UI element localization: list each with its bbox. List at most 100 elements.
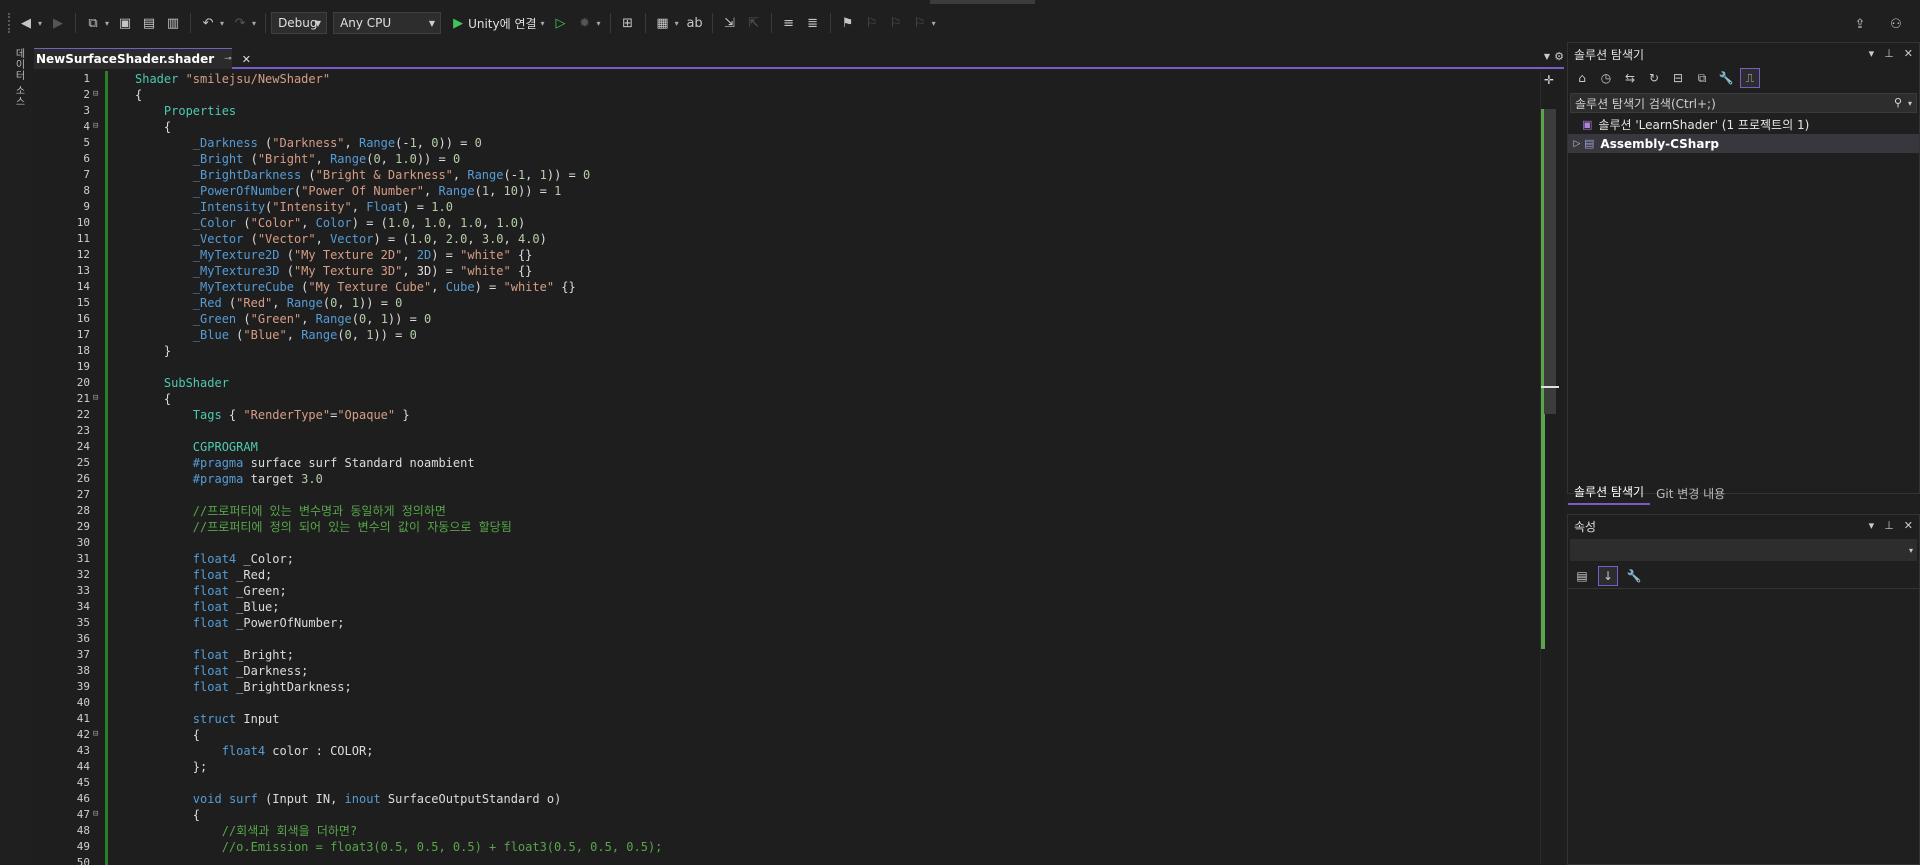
redo-dropdown-icon[interactable]: ▾ [252, 19, 256, 28]
pin-icon[interactable]: ⊸ [224, 54, 232, 64]
toolbar-overflow-icon[interactable]: ▾ [932, 19, 936, 28]
attach-dropdown-icon[interactable]: ▾ [541, 19, 545, 28]
show-all-files-icon[interactable]: ⧉ [1692, 68, 1712, 88]
code-line[interactable] [100, 487, 1570, 503]
data-sources-tab[interactable]: 데이터 소스 [11, 48, 26, 107]
toolbar-grip[interactable] [8, 13, 14, 33]
comment-icon[interactable]: ≡ [778, 11, 800, 35]
undo-icon[interactable]: ↶ [197, 11, 219, 35]
code-line[interactable]: float4 color : COLOR; [100, 743, 1570, 759]
split-icon[interactable]: ✛ [1544, 73, 1554, 87]
home-icon[interactable]: ⌂ [1572, 68, 1592, 88]
start-without-debug-icon[interactable]: ▷ [550, 11, 572, 35]
browser-icon[interactable]: ⊞ [617, 11, 639, 35]
tab-solution-explorer[interactable]: 솔루션 탐색기 [1568, 481, 1651, 505]
code-line[interactable]: float _Darkness; [100, 663, 1570, 679]
code-line[interactable]: _Green ("Green", Range(0, 1)) = 0 [100, 311, 1570, 327]
back-dropdown-icon[interactable]: ▾ [38, 19, 42, 28]
attach-unity-button[interactable]: ▶ Unity에 연결 [453, 15, 536, 32]
alphabetical-icon[interactable]: ↓ [1598, 565, 1618, 586]
code-line[interactable] [100, 359, 1570, 375]
share-icon[interactable]: ⇪ [1849, 12, 1871, 36]
fold-toggle-icon[interactable]: ⊟ [93, 393, 98, 403]
search-icon[interactable]: ⚲ [1894, 96, 1902, 109]
expand-icon[interactable]: ▷ [1570, 139, 1584, 149]
step-icon[interactable]: ⇲ [719, 11, 741, 35]
code-editor[interactable]: 1 2 3 4 5 6 7 8 9 10 11 12 13 14 15 16 17 18 19 20 21 22 23 24 2… [34, 71, 1564, 865]
preview-icon[interactable]: ⎍ [1740, 68, 1760, 88]
refresh-icon[interactable]: ↻ [1644, 68, 1664, 88]
next-bookmark-icon[interactable]: ⚐ [885, 11, 907, 35]
code-line[interactable]: { [100, 807, 1570, 823]
code-line[interactable]: } [100, 343, 1570, 359]
chevron-down-icon[interactable]: ▾ [1869, 519, 1875, 532]
code-line[interactable]: _Color ("Color", Color) = (1.0, 1.0, 1.0… [100, 215, 1570, 231]
spell-check-icon[interactable]: ab [684, 11, 706, 35]
code-line[interactable]: //프로퍼티에 있는 변수명과 동일하게 정의하면 [100, 503, 1570, 519]
code-line[interactable]: float _BrightDarkness; [100, 679, 1570, 695]
code-line[interactable] [100, 775, 1570, 791]
code-line[interactable]: { [100, 727, 1570, 743]
code-line[interactable]: Properties [100, 103, 1570, 119]
bookmark-icon[interactable]: ⚑ [837, 11, 859, 35]
code-line[interactable] [100, 855, 1570, 865]
code-line[interactable]: struct Input [100, 711, 1570, 727]
feedback-icon[interactable]: ⚇ [1885, 12, 1907, 36]
fold-toggle-icon[interactable]: ⊟ [93, 809, 98, 819]
tab-list-dropdown-icon[interactable]: ▼ [1544, 52, 1550, 61]
layout-dropdown-icon[interactable]: ▾ [675, 19, 679, 28]
tree-item-project[interactable]: ▷ ▤ Assembly-CSharp [1568, 134, 1919, 153]
gear-icon[interactable]: ⚙ [1554, 50, 1564, 63]
tab-newsurfaceshader[interactable]: NewSurfaceShader.shader ⊸ ✕ [34, 48, 251, 69]
fold-toggle-icon[interactable]: ⊟ [93, 121, 98, 131]
code-line[interactable] [100, 535, 1570, 551]
sync-icon[interactable]: ⇆ [1620, 68, 1640, 88]
code-line[interactable]: CGPROGRAM [100, 439, 1570, 455]
code-line[interactable]: //회색과 회색을 더하면? [100, 823, 1570, 839]
config-select[interactable]: Debug ▼ [271, 12, 328, 34]
code-line[interactable]: float _Red; [100, 567, 1570, 583]
hot-reload-dropdown-icon[interactable]: ▾ [597, 19, 601, 28]
code-line[interactable]: _MyTextureCube ("My Texture Cube", Cube)… [100, 279, 1570, 295]
code-line[interactable]: void surf (Input IN, inout SurfaceOutput… [100, 791, 1570, 807]
code-line[interactable]: #pragma surface surf Standard noambient [100, 455, 1570, 471]
save-all-icon[interactable]: ▥ [162, 11, 184, 35]
property-pages-icon[interactable]: 🔧 [1624, 566, 1644, 586]
code-line[interactable]: _Darkness ("Darkness", Range(-1, 0)) = 0 [100, 135, 1570, 151]
properties-icon[interactable]: 🔧 [1716, 68, 1736, 88]
fold-toggle-icon[interactable]: ⊟ [93, 729, 98, 739]
code-line[interactable]: _MyTexture2D ("My Texture 2D", 2D) = "wh… [100, 247, 1570, 263]
code-line[interactable]: _Blue ("Blue", Range(0, 1)) = 0 [100, 327, 1570, 343]
prev-bookmark-icon[interactable]: ⚐ [861, 11, 883, 35]
code-line[interactable] [100, 631, 1570, 647]
uncomment-icon[interactable]: ≣ [802, 11, 824, 35]
code-line[interactable]: float _PowerOfNumber; [100, 615, 1570, 631]
code-line[interactable]: SubShader [100, 375, 1570, 391]
close-icon[interactable]: ✕ [1904, 519, 1913, 532]
code-line[interactable]: float4 _Color; [100, 551, 1570, 567]
code-line[interactable]: }; [100, 759, 1570, 775]
fold-toggle-icon[interactable]: ⊟ [93, 89, 98, 99]
code-line[interactable]: _PowerOfNumber("Power Of Number", Range(… [100, 183, 1570, 199]
code-line[interactable]: //o.Emission = float3(0.5, 0.5, 0.5) + f… [100, 839, 1570, 855]
code-line[interactable]: float _Green; [100, 583, 1570, 599]
editor-vertical-scrollbar[interactable]: ✛ [1540, 71, 1559, 865]
save-icon[interactable]: ▤ [138, 11, 160, 35]
clear-bookmarks-icon[interactable]: ⚐ [909, 11, 931, 35]
categorized-icon[interactable]: ▤ [1572, 566, 1592, 586]
code-line[interactable]: float _Blue; [100, 599, 1570, 615]
forward-icon[interactable]: ▶ [47, 11, 69, 35]
chevron-down-icon[interactable]: ▾ [1869, 47, 1875, 60]
code-line[interactable]: float _Bright; [100, 647, 1570, 663]
code-line[interactable]: #pragma target 3.0 [100, 471, 1570, 487]
code-line[interactable] [100, 695, 1570, 711]
hot-reload-icon[interactable]: ✹ [574, 11, 596, 35]
collapse-all-icon[interactable]: ⊟ [1668, 68, 1688, 88]
layout-icon[interactable]: ▦ [652, 11, 674, 35]
code-line[interactable]: _Red ("Red", Range(0, 1)) = 0 [100, 295, 1570, 311]
pin-icon[interactable]: ⊥ [1884, 47, 1894, 60]
chevron-down-icon[interactable]: ▾ [1908, 99, 1912, 108]
scroll-thumb[interactable] [1544, 109, 1556, 414]
new-project-icon[interactable]: ⧉ [82, 11, 104, 35]
pin-icon[interactable]: ⊥ [1884, 519, 1894, 532]
